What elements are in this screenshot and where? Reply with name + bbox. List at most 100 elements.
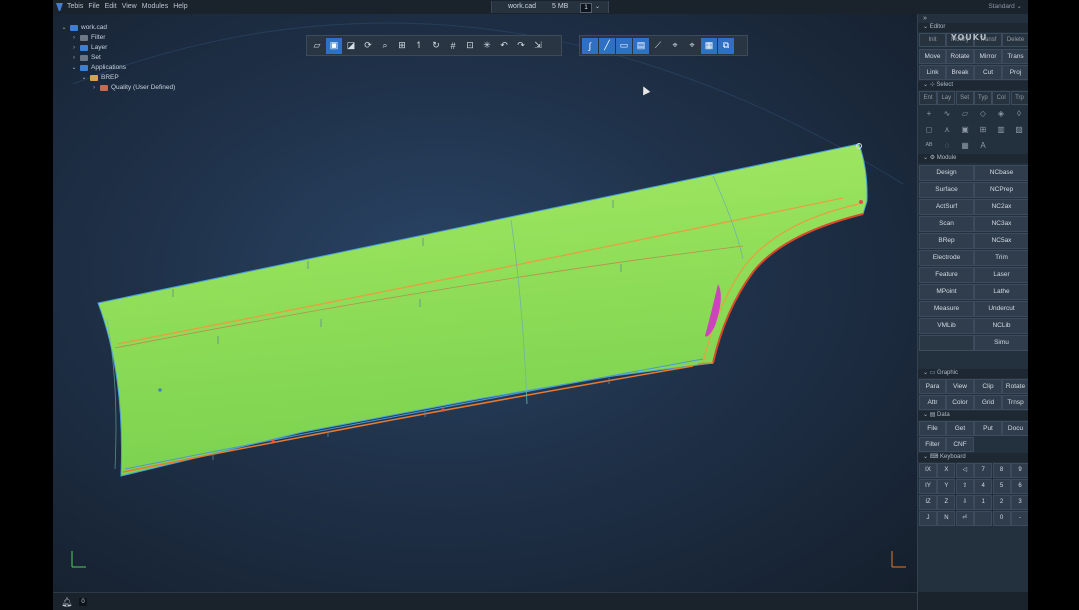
select-col-button[interactable]: Col: [992, 91, 1011, 105]
key-5[interactable]: 5: [992, 479, 1011, 494]
put-button[interactable]: Put: [974, 421, 1002, 436]
line-icon[interactable]: ╱: [599, 37, 615, 54]
trnsp-button[interactable]: Trnsp: [1002, 395, 1028, 410]
collapse-panel-icon[interactable]: »: [923, 15, 927, 22]
color-button[interactable]: Color: [946, 395, 974, 410]
move-button[interactable]: Move: [919, 49, 946, 64]
menu-tebis[interactable]: Tebis: [67, 0, 83, 14]
module-lathe-button[interactable]: Lathe: [974, 284, 1028, 300]
measure-icon[interactable]: ⟋: [650, 38, 666, 54]
editor-tab-3[interactable]: Delete: [1002, 33, 1028, 47]
break-button[interactable]: Break: [946, 65, 974, 80]
select-lay-button[interactable]: Lay: [937, 91, 956, 105]
expand-icon[interactable]: ›: [91, 85, 97, 91]
key-blank[interactable]: [974, 511, 993, 526]
section-module[interactable]: ⌄ ⚙︎ Module: [918, 154, 1028, 163]
select-tool-icon[interactable]: ▱: [957, 107, 973, 121]
select-tool-icon[interactable]: ◊: [1011, 107, 1027, 121]
select-tool-icon[interactable]: ▥: [993, 123, 1009, 137]
key-1[interactable]: 1: [974, 495, 993, 510]
pick2-icon[interactable]: ⌖: [684, 38, 700, 54]
get-button[interactable]: Get: [946, 421, 974, 436]
attr-button[interactable]: Attr: [919, 395, 946, 410]
key-IX[interactable]: IX: [919, 463, 937, 478]
rotate-icon[interactable]: ⟳: [360, 38, 376, 54]
section-graphic[interactable]: ⌄ ▭ Graphic: [918, 369, 1028, 378]
page-number[interactable]: 1: [580, 3, 592, 13]
link-button[interactable]: Link: [919, 65, 946, 80]
section-data[interactable]: ⌄ ▤ Data: [918, 411, 1028, 420]
axis-icon[interactable]: ↿: [411, 38, 427, 54]
select-tool-icon[interactable]: ▨: [1011, 123, 1027, 137]
module-ncbase-button[interactable]: NCbase: [974, 165, 1028, 181]
key-7[interactable]: 7: [974, 463, 993, 478]
module-design-button[interactable]: Design: [919, 165, 974, 181]
filter-button[interactable]: Filter: [919, 437, 946, 452]
key-2[interactable]: 2: [992, 495, 1011, 510]
select-tool-icon[interactable]: +: [921, 107, 937, 121]
frame-icon[interactable]: ⊡: [462, 38, 478, 54]
cnf-button[interactable]: CNF: [946, 437, 974, 452]
module-undercut-button[interactable]: Undercut: [974, 301, 1028, 317]
module-nc5ax-button[interactable]: NC5ax: [974, 233, 1028, 249]
document-tab[interactable]: work.cad 5 MB 1 ⌄: [491, 1, 609, 13]
key-Z[interactable]: Z: [937, 495, 956, 510]
expand-icon[interactable]: ›: [71, 35, 77, 41]
module-ncprep-button[interactable]: NCPrep: [974, 182, 1028, 198]
chevron-down-icon[interactable]: ⌄: [595, 1, 600, 13]
module-measure-button[interactable]: Measure: [919, 301, 974, 317]
tree-root[interactable]: ⌄ work.cad: [61, 24, 107, 31]
fit-icon[interactable]: ⊞: [394, 38, 410, 54]
refresh-icon[interactable]: ↻: [428, 38, 444, 54]
select-tool-icon[interactable]: A: [975, 139, 991, 153]
key-0[interactable]: 0: [992, 511, 1011, 526]
pick3-icon[interactable]: ▦: [701, 37, 717, 54]
menu-help[interactable]: Help: [173, 0, 187, 14]
select-tool-icon[interactable]: ▣: [957, 123, 973, 137]
3d-viewport[interactable]: ⌄ work.cad › Filter › Layer › Set ⌄ Appl…: [53, 14, 917, 592]
cut-button[interactable]: Cut: [974, 65, 1002, 80]
file-button[interactable]: File: [919, 421, 946, 436]
select-tool-icon[interactable]: ᴬᴮ: [921, 139, 937, 153]
select-tool-icon[interactable]: ◈: [993, 107, 1009, 121]
module-vmlib-button[interactable]: VMLib: [919, 318, 974, 334]
section-keyboard[interactable]: ⌄ ⌨︎ Keyboard: [918, 453, 1028, 462]
plane-active-icon[interactable]: ▤: [633, 37, 649, 54]
select-ent-button[interactable]: Ent: [919, 91, 937, 105]
module-scan-button[interactable]: Scan: [919, 216, 974, 232]
cube-icon[interactable]: ▱: [309, 38, 325, 54]
select-set-button[interactable]: Set: [955, 91, 974, 105]
perspective-icon[interactable]: ✳: [479, 38, 495, 54]
module-trim-button[interactable]: Trim: [974, 250, 1028, 266]
key-6[interactable]: 6: [1011, 479, 1028, 494]
surface-icon[interactable]: ▣: [326, 37, 342, 54]
select-trp-button[interactable]: Trp: [1010, 91, 1028, 105]
select-tool-icon[interactable]: ⊞: [975, 123, 991, 137]
pick4-icon[interactable]: ⧉: [718, 37, 734, 54]
key-N[interactable]: N: [937, 511, 956, 526]
menu-file[interactable]: File: [88, 0, 99, 14]
key-⏎[interactable]: ⏎: [955, 511, 974, 526]
key-IZ[interactable]: IZ: [919, 495, 937, 510]
module-feature-button[interactable]: Feature: [919, 267, 974, 283]
para-button[interactable]: Para: [919, 379, 946, 394]
module-actsurf-button[interactable]: ActSurf: [919, 199, 974, 215]
key-4[interactable]: 4: [974, 479, 993, 494]
collapse-icon[interactable]: ⌄: [81, 74, 87, 81]
pan-icon[interactable]: ↷: [513, 38, 529, 54]
select-tool-icon[interactable]: ◻: [921, 123, 937, 137]
key-◁[interactable]: ◁: [955, 463, 974, 478]
module-nc3ax-button[interactable]: NC3ax: [974, 216, 1028, 232]
key-3[interactable]: 3: [1011, 495, 1028, 510]
key-J[interactable]: J: [919, 511, 937, 526]
menu-view[interactable]: View: [122, 0, 137, 14]
select-tool-icon[interactable]: ◇: [975, 107, 991, 121]
turn-icon[interactable]: ↶: [496, 38, 512, 54]
module-electrode-button[interactable]: Electrode: [919, 250, 974, 266]
rotate-view-button[interactable]: Rotate: [1002, 379, 1028, 394]
rotate-button[interactable]: Rotate: [946, 49, 974, 64]
select-tool-icon[interactable]: ◌: [939, 139, 955, 153]
plane-icon[interactable]: ▭: [616, 37, 632, 54]
view-button[interactable]: View: [946, 379, 974, 394]
pick-icon[interactable]: ⌖: [667, 38, 683, 54]
